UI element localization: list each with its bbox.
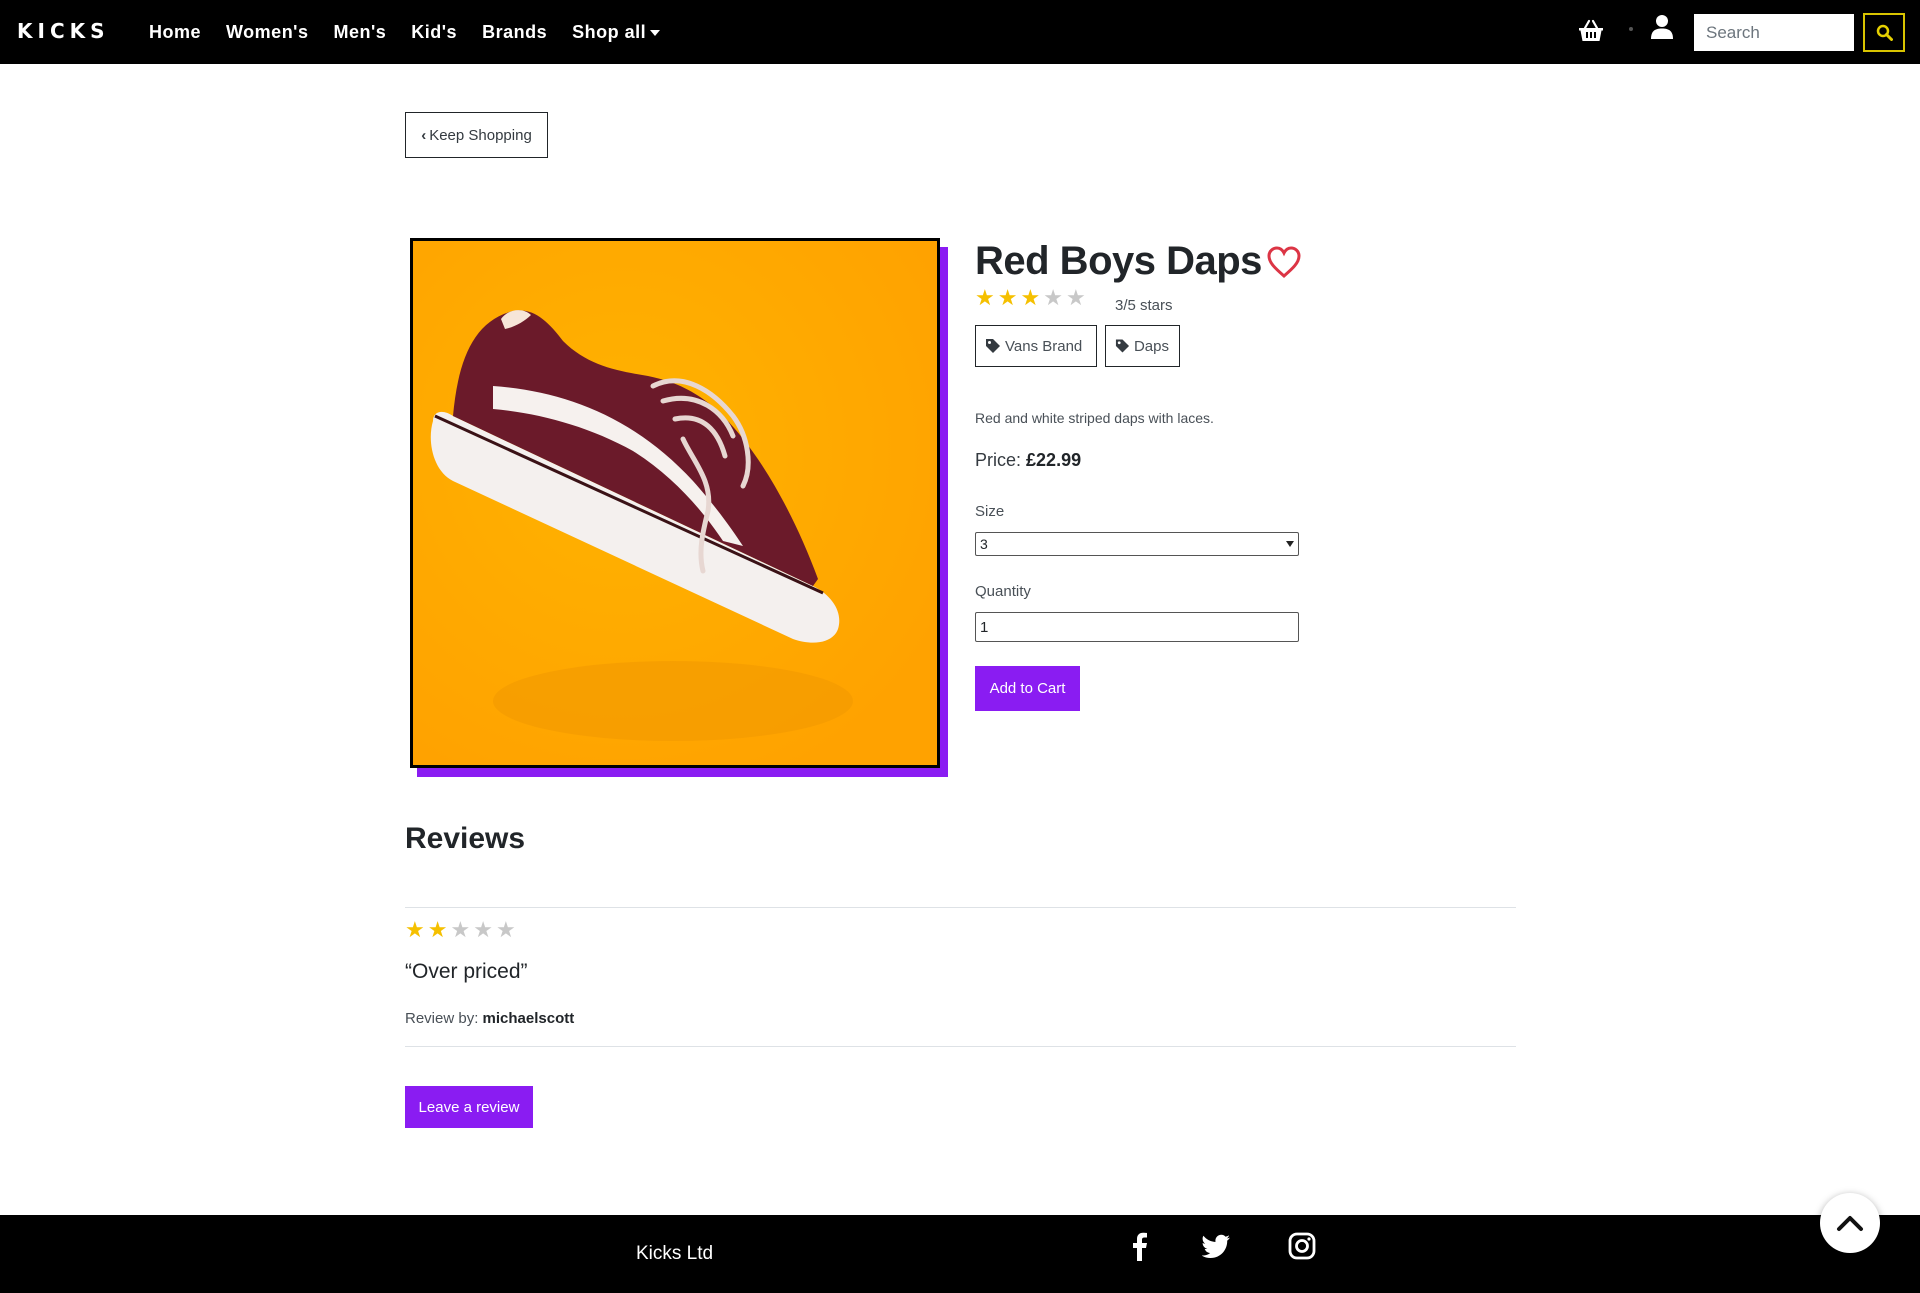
cart-count-dot xyxy=(1629,27,1633,31)
price-value: £22.99 xyxy=(1026,450,1082,470)
price-label: Price: xyxy=(975,450,1022,470)
product-image xyxy=(410,238,940,768)
tag-daps[interactable]: Daps xyxy=(1105,325,1180,367)
review-text: “Over priced” xyxy=(405,960,528,983)
nav-link-kids[interactable]: Kid's xyxy=(411,22,457,43)
nav-link-shop-all[interactable]: Shop all xyxy=(572,21,661,43)
sneaker-illustration xyxy=(413,241,937,765)
chevron-up-icon xyxy=(1837,1216,1863,1231)
navbar: KICKS Home Women's Men's Kid's Brands Sh… xyxy=(0,0,1920,64)
star-empty-icon: ★ xyxy=(473,918,493,943)
chevron-down-icon xyxy=(1286,541,1294,547)
product-title: Red Boys Daps xyxy=(975,239,1262,283)
search-icon xyxy=(1876,24,1893,41)
twitter-icon[interactable] xyxy=(1202,1231,1232,1261)
review-by-label: Review by: xyxy=(405,1010,479,1027)
nav-link-home[interactable]: Home xyxy=(149,22,201,43)
size-select[interactable]: 3 xyxy=(975,532,1299,556)
star-empty-icon: ★ xyxy=(495,918,516,943)
review-author: Review by: michaelscott xyxy=(405,1010,574,1027)
tag-icon xyxy=(986,339,1000,353)
nav-link-mens[interactable]: Men's xyxy=(333,22,386,43)
search-input[interactable] xyxy=(1694,14,1854,51)
star-filled-icon: ★ xyxy=(975,286,995,311)
nav-link-shop-all-label: Shop all xyxy=(572,21,647,42)
star-empty-icon: ★ xyxy=(1043,286,1063,311)
back-to-top-button[interactable] xyxy=(1820,1193,1880,1253)
heart-outline-icon[interactable] xyxy=(1266,245,1302,279)
nav-links: Home Women's Men's Kid's Brands Shop all xyxy=(149,0,685,64)
star-filled-icon: ★ xyxy=(405,918,425,943)
quantity-value: 1 xyxy=(980,618,989,636)
star-filled-icon: ★ xyxy=(997,286,1018,311)
tag-label: Daps xyxy=(1133,337,1169,355)
quantity-label: Quantity xyxy=(975,583,1031,600)
tag-icon xyxy=(1115,339,1130,353)
review-rating-stars: ★ ★ ★ ★ ★ xyxy=(405,920,516,942)
product-price: Price: £22.99 xyxy=(975,450,1081,471)
tag-vans-brand[interactable]: Vans Brand xyxy=(975,325,1097,367)
basket-icon[interactable] xyxy=(1578,18,1604,44)
add-to-cart-button[interactable]: Add to Cart xyxy=(975,666,1080,711)
leave-review-button[interactable]: Leave a review xyxy=(405,1086,533,1128)
keep-shopping-label: Keep Shopping xyxy=(429,126,532,144)
instagram-icon[interactable] xyxy=(1287,1231,1317,1261)
star-filled-icon: ★ xyxy=(1020,286,1041,311)
rating-text: 3/5 stars xyxy=(1115,297,1173,314)
brand-logo[interactable]: KICKS xyxy=(17,19,110,43)
keep-shopping-button[interactable]: ‹ Keep Shopping xyxy=(405,112,548,158)
quantity-input[interactable]: 1 xyxy=(975,612,1299,642)
star-filled-icon: ★ xyxy=(427,918,448,943)
size-label: Size xyxy=(975,503,1005,520)
star-empty-icon: ★ xyxy=(1065,286,1086,311)
search-button[interactable] xyxy=(1863,13,1905,52)
tag-label: Vans Brand xyxy=(1005,337,1083,355)
footer-company: Kicks Ltd xyxy=(636,1243,714,1264)
product-rating-stars: ★ ★ ★ ★ ★ xyxy=(975,288,1086,310)
caret-down-icon xyxy=(650,29,661,36)
footer xyxy=(0,1215,1920,1293)
divider xyxy=(405,1046,1516,1047)
size-select-value: 3 xyxy=(980,536,988,552)
star-empty-icon: ★ xyxy=(450,918,471,943)
nav-link-brands[interactable]: Brands xyxy=(482,22,547,43)
chevron-left-icon: ‹ xyxy=(421,126,427,144)
facebook-icon[interactable] xyxy=(1125,1231,1155,1261)
reviews-heading: Reviews xyxy=(405,822,526,855)
product-description: Red and white striped daps with laces. xyxy=(975,410,1214,426)
nav-link-womens[interactable]: Women's xyxy=(226,22,308,43)
review-author-name: michaelscott xyxy=(482,1010,575,1027)
user-icon[interactable] xyxy=(1651,14,1673,40)
divider xyxy=(405,907,1516,908)
